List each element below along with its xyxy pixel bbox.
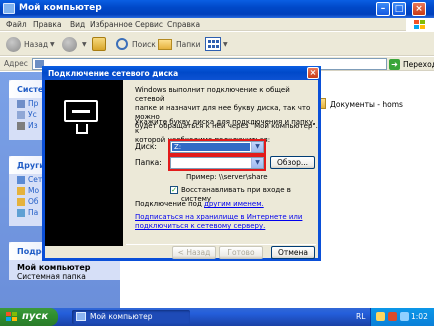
finish-button[interactable]: Готово xyxy=(219,246,263,259)
menu-bar: Файл Правка Вид Избранное Сервис Справка xyxy=(0,18,434,31)
toolbar: Назад ▼ ▼ Поиск Папки ▼ xyxy=(0,32,434,56)
system-tray: 1:02 xyxy=(370,308,434,326)
task-icon xyxy=(17,99,25,108)
network-drive-icon xyxy=(64,100,98,134)
chevron-down-icon[interactable]: ▼ xyxy=(251,142,263,152)
storage-link[interactable]: Подписаться на хранилище в Интернете или… xyxy=(135,213,302,231)
minimize-button[interactable]: – xyxy=(376,2,390,16)
go-arrow-icon: ➜ xyxy=(389,58,400,70)
close-button[interactable]: × xyxy=(412,2,426,16)
task-icon xyxy=(17,110,25,119)
folder-icon xyxy=(17,186,25,195)
up-folder-icon xyxy=(92,37,106,51)
taskbar-window-button[interactable]: Мой компьютер xyxy=(72,310,190,324)
address-label: Адрес xyxy=(4,59,28,68)
windows-logo xyxy=(406,18,434,32)
cancel-button[interactable]: Отмена xyxy=(271,246,315,259)
window-titlebar: Мой компьютер – □ × xyxy=(0,0,434,18)
menu-edit[interactable]: Правка xyxy=(33,20,62,29)
start-button[interactable]: пуск xyxy=(0,308,58,326)
menu-tools[interactable]: Сервис xyxy=(135,20,163,29)
forward-button[interactable]: ▼ xyxy=(62,36,87,52)
menu-favorites[interactable]: Избранное xyxy=(90,20,133,29)
chevron-down-icon[interactable]: ▼ xyxy=(251,158,263,168)
drive-select[interactable]: Z: ▼ xyxy=(168,139,266,155)
folders-icon xyxy=(158,38,172,50)
dialog-separator xyxy=(126,244,316,245)
folders-button[interactable]: Папки xyxy=(158,36,201,52)
tray-icon[interactable] xyxy=(400,312,409,321)
reconnect-checkbox[interactable]: ✓ xyxy=(170,186,178,194)
window-title: Мой компьютер xyxy=(19,3,102,13)
forward-arrow-icon xyxy=(62,36,77,52)
windows-logo-icon xyxy=(6,312,17,322)
menu-view[interactable]: Вид xyxy=(70,20,85,29)
back-button[interactable]: < Назад xyxy=(172,246,216,259)
computer-icon xyxy=(76,312,86,321)
taskbar: пуск Мой компьютер RL 1:02 xyxy=(0,308,434,326)
documents-folder-item[interactable]: Документы - homs xyxy=(330,100,403,109)
menu-file[interactable]: Файл xyxy=(6,20,27,29)
search-icon xyxy=(116,38,128,50)
views-icon xyxy=(205,37,221,51)
network-icon xyxy=(17,175,25,184)
folder-input[interactable]: ▼ xyxy=(168,155,266,171)
dialog-banner xyxy=(45,80,123,246)
example-text: Пример: \\server\share xyxy=(186,173,268,181)
menu-help[interactable]: Справка xyxy=(167,20,200,29)
details-subtitle: Системная папка xyxy=(17,272,86,281)
search-button[interactable]: Поиск xyxy=(116,36,156,52)
maximize-button[interactable]: □ xyxy=(392,2,406,16)
tray-icon[interactable] xyxy=(376,312,385,321)
map-network-drive-dialog: Подключение сетевого диска × Windows вып… xyxy=(42,66,321,261)
back-arrow-icon xyxy=(6,36,21,52)
other-user-text: Подключение под другим именем. xyxy=(135,200,264,208)
clock: 1:02 xyxy=(411,312,428,321)
control-panel-icon xyxy=(17,208,25,217)
dialog-close-button[interactable]: × xyxy=(307,67,319,79)
other-user-link[interactable]: другим именем. xyxy=(204,200,264,208)
browse-button[interactable]: Обзор... xyxy=(270,156,315,169)
go-button[interactable]: ➜ Переход xyxy=(389,58,434,70)
back-button[interactable]: Назад ▼ xyxy=(6,36,55,52)
language-indicator[interactable]: RL xyxy=(356,312,365,321)
drive-label: Диск: xyxy=(135,142,157,151)
views-button[interactable]: ▼ xyxy=(205,36,228,52)
tray-icon[interactable] xyxy=(388,312,397,321)
computer-icon xyxy=(3,3,15,14)
up-folder-button[interactable] xyxy=(92,36,106,52)
task-icon xyxy=(17,121,25,130)
folder-icon xyxy=(17,197,25,206)
dialog-title: Подключение сетевого диска × xyxy=(42,66,321,80)
details-title: Мой компьютер xyxy=(17,263,91,272)
folder-label: Папка: xyxy=(135,158,162,167)
